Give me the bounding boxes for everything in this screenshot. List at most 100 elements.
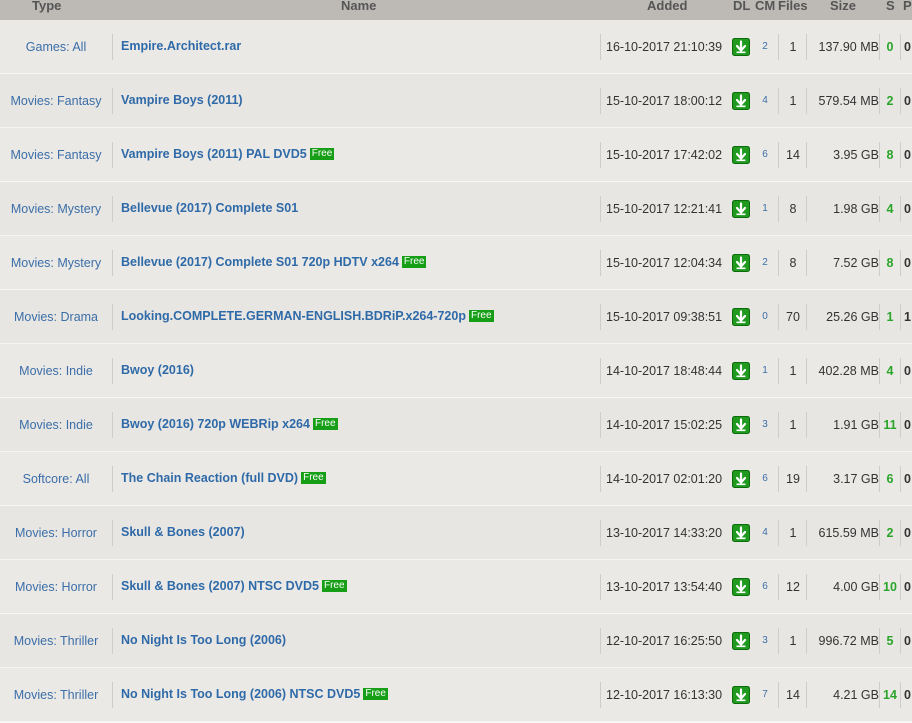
category-link[interactable]: Movies: Indie (0, 412, 113, 438)
seeders-count: 1 (879, 304, 900, 330)
comments-count-link[interactable]: 2 (755, 20, 775, 73)
files-count: 1 (778, 628, 807, 654)
free-badge: Free (312, 417, 338, 430)
files-count: 12 (778, 574, 807, 600)
column-name-header[interactable]: Name (341, 0, 376, 13)
torrent-name-cell: Skull & Bones (2007) NTSC DVD5 Free (121, 560, 347, 613)
torrent-name-link[interactable]: Skull & Bones (2007) NTSC DVD5 (121, 579, 319, 593)
table-row: Movies: Drama Looking.COMPLETE.GERMAN-ENG… (0, 290, 912, 345)
category-link[interactable]: Movies: Fantasy (0, 88, 113, 114)
torrent-name-link[interactable]: Bellevue (2017) Complete S01 (121, 201, 298, 215)
column-cm-header[interactable]: CM (755, 0, 775, 13)
files-count: 8 (778, 250, 807, 276)
torrent-name-link[interactable]: Bwoy (2016) 720p WEBRip x264 (121, 417, 310, 431)
download-icon[interactable] (732, 200, 750, 218)
download-icon[interactable] (732, 686, 750, 704)
category-link[interactable]: Movies: Fantasy (0, 142, 113, 168)
column-added-header[interactable]: Added (647, 0, 687, 13)
category-link[interactable]: Softcore: All (0, 466, 113, 492)
column-size-header[interactable]: Size (830, 0, 856, 13)
category-link[interactable]: Movies: Drama (0, 304, 113, 330)
category-link[interactable]: Movies: Thriller (0, 682, 113, 708)
download-icon[interactable] (732, 146, 750, 164)
comments-count-link[interactable]: 4 (755, 74, 775, 127)
added-date: 15-10-2017 17:42:02 (600, 142, 736, 168)
added-date: 14-10-2017 02:01:20 (600, 466, 736, 492)
files-count: 1 (778, 520, 807, 546)
column-dl-header: DL (733, 0, 751, 13)
table-row: Softcore: All The Chain Reaction (full DV… (0, 452, 912, 507)
download-icon[interactable] (732, 254, 750, 272)
download-icon[interactable] (732, 470, 750, 488)
category-link[interactable]: Movies: Indie (0, 358, 113, 384)
comments-count-link[interactable]: 3 (755, 398, 775, 451)
torrent-name-link[interactable]: The Chain Reaction (full DVD) (121, 471, 298, 485)
torrent-name-cell: No Night Is Too Long (2006) NTSC DVD5 Fre… (121, 668, 388, 721)
file-size: 579.54 MB (806, 88, 879, 114)
download-icon[interactable] (732, 308, 750, 326)
torrent-name-cell: Vampire Boys (2011) PAL DVD5 Free (121, 128, 335, 181)
torrent-name-link[interactable]: No Night Is Too Long (2006) NTSC DVD5 (121, 687, 360, 701)
column-seeds-header[interactable]: S (886, 0, 895, 13)
seeders-count: 6 (879, 466, 900, 492)
comments-count-link[interactable]: 4 (755, 506, 775, 559)
seeders-count: 2 (879, 88, 900, 114)
torrent-name-cell: Bwoy (2016) 720p WEBRip x264 Free (121, 398, 338, 451)
comments-count-link[interactable]: 1 (755, 344, 775, 397)
comments-count-link[interactable]: 6 (755, 128, 775, 181)
torrent-name-cell: Bwoy (2016) (121, 344, 194, 397)
added-date: 12-10-2017 16:13:30 (600, 682, 736, 708)
download-icon[interactable] (732, 92, 750, 110)
category-link[interactable]: Movies: Horror (0, 574, 113, 600)
download-icon[interactable] (732, 362, 750, 380)
download-icon[interactable] (732, 578, 750, 596)
files-count: 14 (778, 682, 807, 708)
comments-count-link[interactable]: 6 (755, 452, 775, 505)
category-link[interactable]: Movies: Mystery (0, 250, 113, 276)
peers-count: 0 (900, 574, 912, 600)
download-icon[interactable] (732, 524, 750, 542)
download-icon[interactable] (732, 632, 750, 650)
torrent-name-cell: Vampire Boys (2011) (121, 74, 243, 127)
file-size: 3.95 GB (806, 142, 879, 168)
torrent-name-link[interactable]: Skull & Bones (2007) (121, 525, 245, 539)
torrent-name-link[interactable]: Bellevue (2017) Complete S01 720p HDTV x… (121, 255, 399, 269)
category-link[interactable]: Movies: Horror (0, 520, 113, 546)
category-link[interactable]: Games: All (0, 34, 113, 60)
category-link[interactable]: Movies: Thriller (0, 628, 113, 654)
table-row: Movies: Thriller No Night Is Too Long (20… (0, 614, 912, 669)
column-type-header[interactable]: Type (32, 0, 61, 13)
torrent-name-link[interactable]: Bwoy (2016) (121, 363, 194, 377)
file-size: 7.52 GB (806, 250, 879, 276)
free-badge: Free (363, 687, 388, 700)
file-size: 996.72 MB (806, 628, 879, 654)
comments-count-link[interactable]: 7 (755, 668, 775, 721)
category-link[interactable]: Movies: Mystery (0, 196, 113, 222)
torrent-name-link[interactable]: Looking.COMPLETE.GERMAN-ENGLISH.BDRiP.x2… (121, 309, 466, 323)
added-date: 12-10-2017 16:25:50 (600, 628, 736, 654)
added-date: 16-10-2017 21:10:39 (600, 34, 736, 60)
table-row: Movies: Indie Bwoy (2016) 14-10-2017 18:48… (0, 344, 912, 399)
table-row: Movies: Horror Skull & Bones (2007) NTSC … (0, 560, 912, 615)
column-files-header[interactable]: Files (778, 0, 808, 13)
peers-count: 1 (900, 304, 912, 330)
seeders-count: 14 (879, 682, 900, 708)
comments-count-link[interactable]: 3 (755, 614, 775, 667)
torrent-name-link[interactable]: Empire.Architect.rar (121, 39, 241, 53)
column-peers-header[interactable]: P (903, 0, 912, 13)
added-date: 14-10-2017 18:48:44 (600, 358, 736, 384)
download-icon[interactable] (732, 416, 750, 434)
torrent-name-link[interactable]: No Night Is Too Long (2006) (121, 633, 286, 647)
table-row: Movies: Fantasy Vampire Boys (2011) PAL D… (0, 128, 912, 183)
file-size: 4.21 GB (806, 682, 879, 708)
comments-count-link[interactable]: 6 (755, 560, 775, 613)
torrent-name-link[interactable]: Vampire Boys (2011) PAL DVD5 (121, 147, 307, 161)
comments-count-link[interactable]: 0 (755, 290, 775, 343)
comments-count-link[interactable]: 1 (755, 182, 775, 235)
files-count: 14 (778, 142, 807, 168)
download-icon[interactable] (732, 38, 750, 56)
added-date: 14-10-2017 15:02:25 (600, 412, 736, 438)
torrent-name-cell: Empire.Architect.rar (121, 20, 241, 73)
comments-count-link[interactable]: 2 (755, 236, 775, 289)
torrent-name-link[interactable]: Vampire Boys (2011) (121, 93, 243, 107)
